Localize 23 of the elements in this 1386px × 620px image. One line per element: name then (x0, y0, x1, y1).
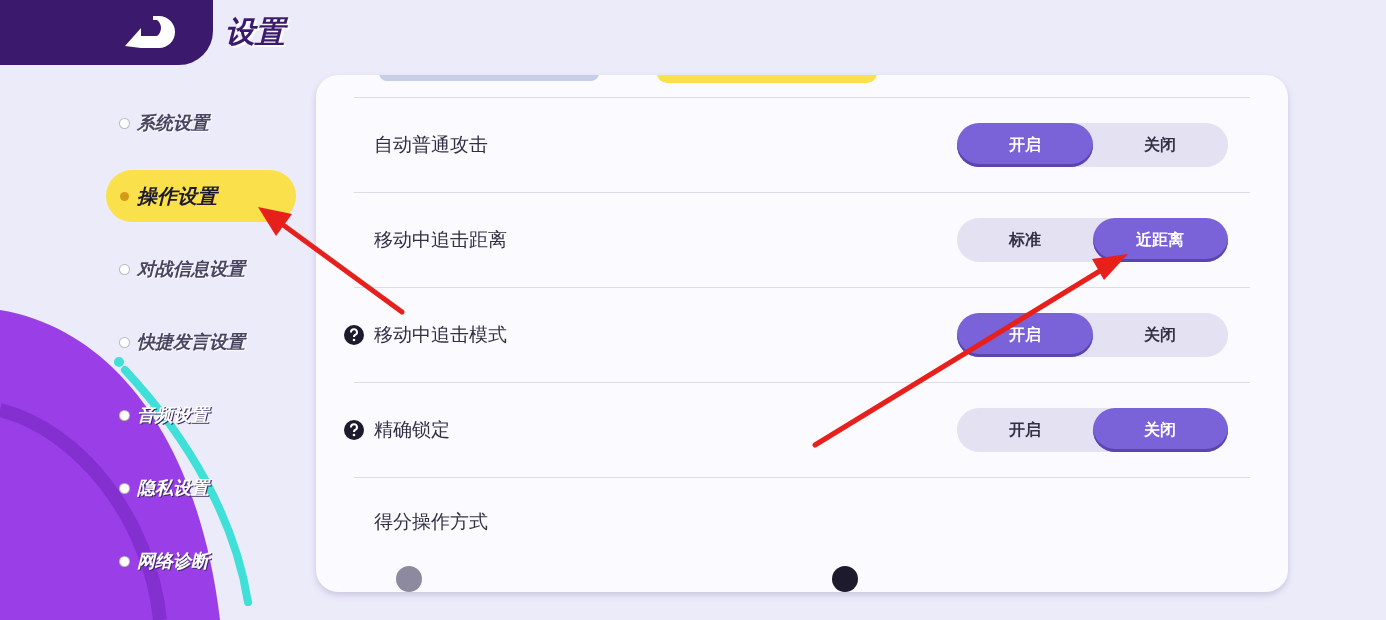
sidebar-item[interactable]: 操作设置 (106, 170, 296, 222)
radio-button[interactable] (396, 566, 422, 592)
sidebar-item[interactable]: 对战信息设置 (106, 249, 259, 289)
setting-label: 自动普通攻击 (374, 132, 488, 157)
option-button[interactable]: 开启 (957, 408, 1093, 452)
option-button[interactable]: 开启 (957, 313, 1093, 357)
option-button[interactable]: 开启 (957, 123, 1093, 167)
option-button[interactable]: 关闭 (1092, 123, 1228, 167)
setting-label: 移动中追击距离 (374, 227, 507, 252)
setting-label: 得分操作方式 (374, 509, 488, 534)
sidebar-item[interactable]: 网络诊断 (106, 541, 223, 581)
help-icon[interactable] (344, 420, 364, 440)
sidebar-item[interactable]: 快捷发言设置 (106, 322, 259, 362)
option-button[interactable]: 近距离 (1092, 218, 1228, 262)
sidebar-item[interactable]: 系统设置 (106, 103, 223, 143)
option-button[interactable]: 关闭 (1092, 408, 1228, 452)
setting-label: 移动中追击模式 (374, 322, 507, 347)
option-button[interactable]: 标准 (957, 218, 1093, 262)
option-button[interactable]: 关闭 (1092, 313, 1228, 357)
help-icon[interactable] (344, 325, 364, 345)
radio-button[interactable] (832, 566, 858, 592)
back-button[interactable] (0, 0, 213, 65)
setting-label: 精确锁定 (374, 417, 450, 442)
